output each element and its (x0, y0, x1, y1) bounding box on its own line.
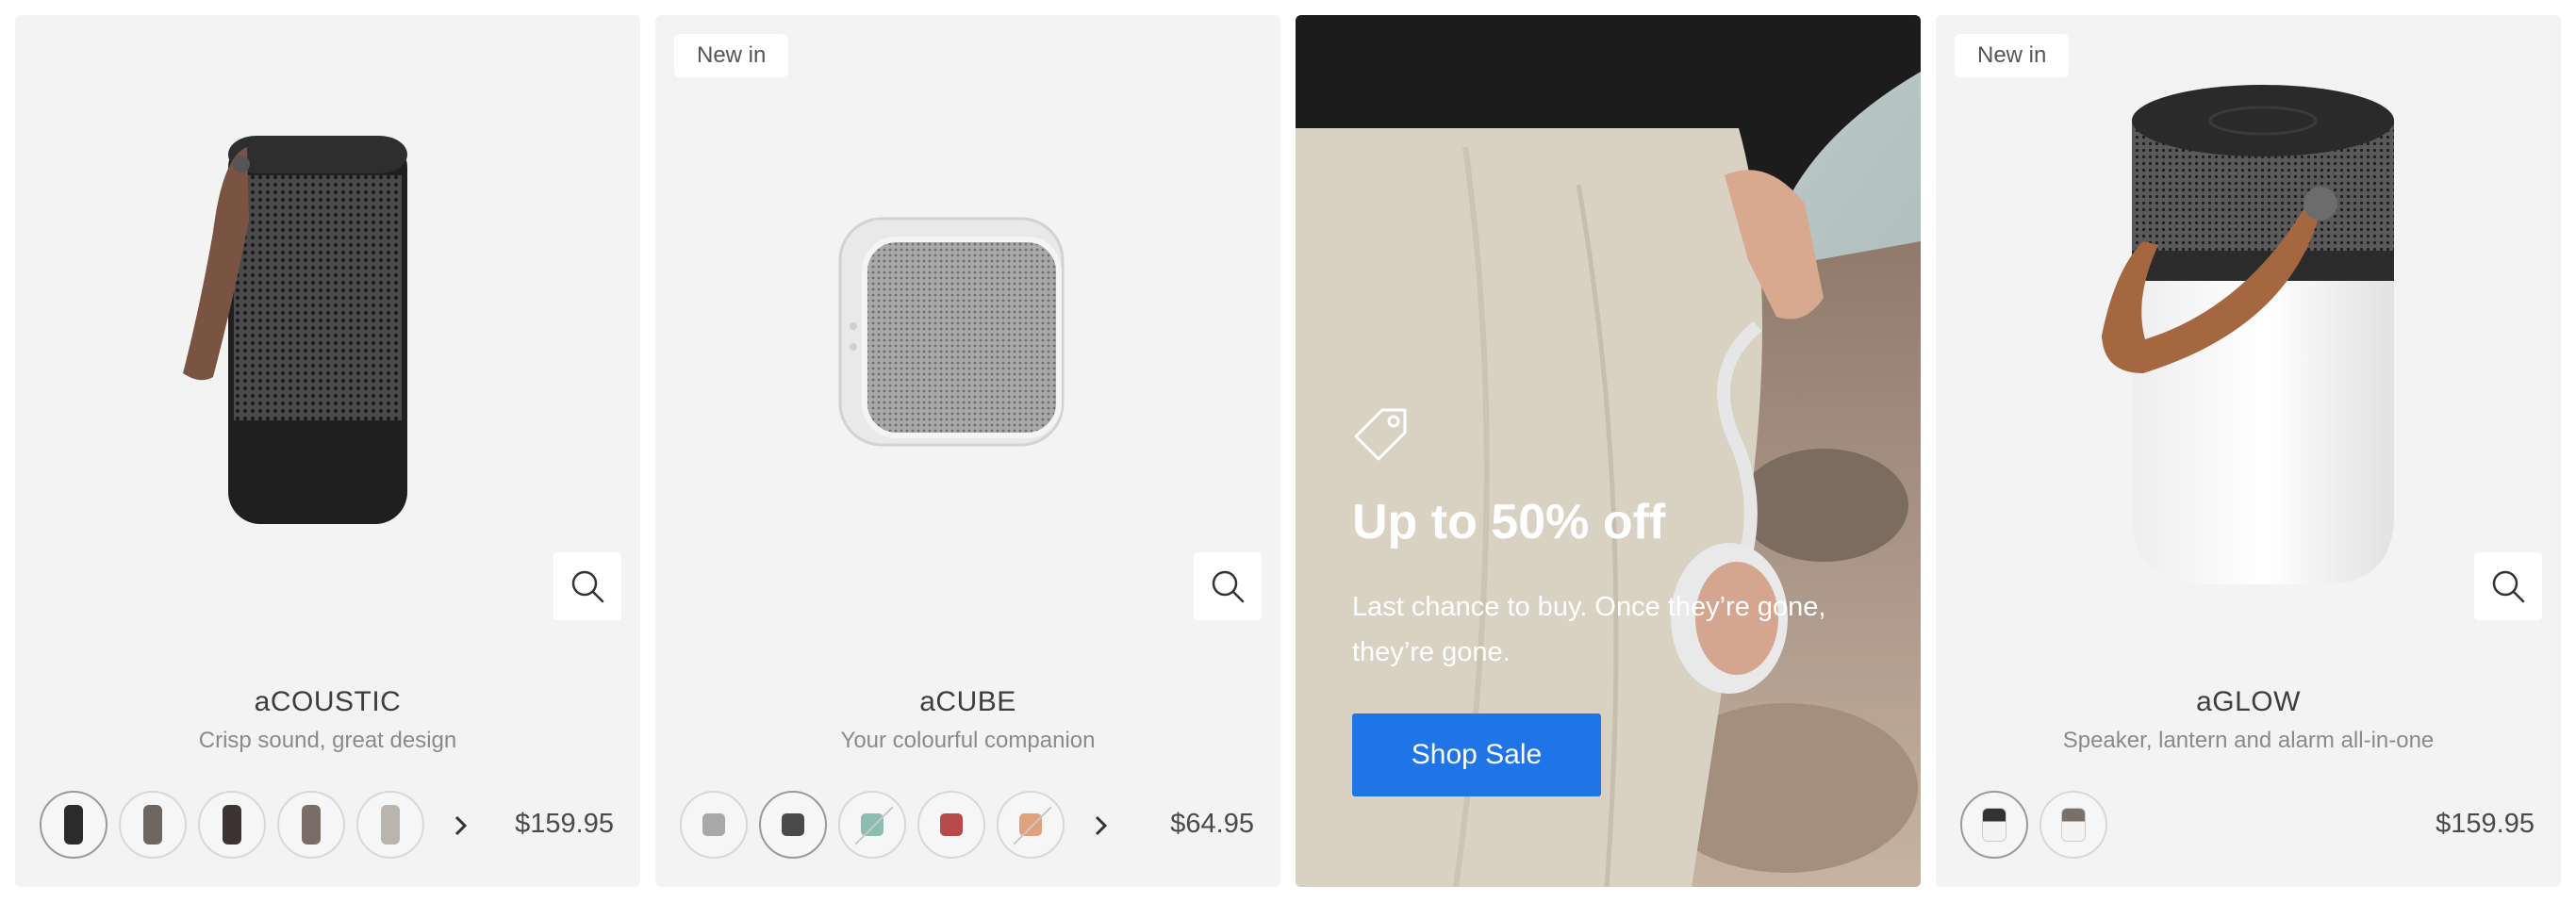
product-price: $159.95 (2436, 809, 2535, 839)
promo-description: Last chance to buy. Once they’re gone, t… (1352, 592, 1826, 667)
color-swatch[interactable] (1960, 791, 2028, 859)
quick-view-button[interactable] (553, 552, 621, 620)
search-icon (2492, 570, 2525, 603)
color-swatch[interactable] (198, 791, 266, 859)
search-icon (1212, 570, 1245, 603)
quick-view-button[interactable] (2474, 552, 2542, 620)
color-swatch[interactable] (917, 791, 985, 859)
swatch-thumb (1982, 808, 2006, 842)
color-swatch[interactable] (40, 791, 107, 859)
promo-content: Up to 50% off Last chance to buy. Once t… (1352, 406, 1880, 675)
product-price: $64.95 (1170, 809, 1254, 839)
swatches-next-button[interactable] (441, 807, 479, 845)
product-name[interactable]: aGLOW (1936, 686, 2561, 718)
color-swatch[interactable] (838, 791, 906, 859)
swatch-thumb (2061, 808, 2086, 842)
chevron-right-icon (1095, 815, 1108, 836)
product-card-acoustic[interactable]: aCOUSTIC Crisp sound, great design $159.… (15, 15, 640, 887)
product-subtitle: Crisp sound, great design (198, 728, 457, 753)
swatch-thumb (143, 805, 162, 845)
swatch-thumb (381, 805, 400, 845)
swatch-thumb (64, 805, 83, 845)
swatches-next-button[interactable] (1082, 807, 1119, 845)
product-name[interactable]: aCOUSTIC (15, 686, 640, 718)
swatch-thumb (940, 813, 963, 836)
quick-view-button[interactable] (1194, 552, 1262, 620)
swatch-thumb (223, 805, 241, 845)
color-swatch[interactable] (356, 791, 424, 859)
product-grid: aCOUSTIC Crisp sound, great design $159.… (15, 15, 2562, 887)
shop-sale-button[interactable]: Shop Sale (1352, 713, 1601, 796)
price-tag-icon (1354, 408, 1407, 461)
product-image-acoustic[interactable] (15, 15, 640, 637)
color-swatch[interactable] (277, 791, 345, 859)
product-name[interactable]: aCUBE (655, 686, 1280, 718)
color-swatches (40, 791, 436, 859)
product-price: $159.95 (515, 809, 614, 839)
color-swatch[interactable] (680, 791, 748, 859)
search-icon (571, 570, 604, 603)
chevron-right-icon (454, 815, 468, 836)
product-card-aglow[interactable]: New in aGLOW Speaker, lantern and alarm … (1936, 15, 2561, 887)
swatch-thumb (782, 813, 804, 836)
color-swatch[interactable] (997, 791, 1065, 859)
color-swatches (680, 791, 1076, 859)
color-swatch[interactable] (2039, 791, 2107, 859)
promo-title: Up to 50% off (1352, 495, 1666, 549)
color-swatches (1960, 791, 2356, 859)
swatch-thumb (702, 813, 725, 836)
new-in-badge: New in (674, 34, 789, 77)
product-image-acube[interactable] (655, 15, 1280, 637)
new-in-badge: New in (1955, 34, 2070, 77)
product-card-acube[interactable]: New in aCUBE Your colourful companion $6… (655, 15, 1280, 887)
color-swatch[interactable] (119, 791, 187, 859)
sale-promo-card[interactable]: Up to 50% off Last chance to buy. Once t… (1296, 15, 1921, 887)
product-subtitle: Speaker, lantern and alarm all-in-one (2062, 728, 2435, 753)
product-image-aglow[interactable] (1936, 15, 2561, 637)
swatch-thumb (302, 805, 321, 845)
color-swatch[interactable] (759, 791, 827, 859)
product-subtitle: Your colourful companion (840, 728, 1096, 753)
